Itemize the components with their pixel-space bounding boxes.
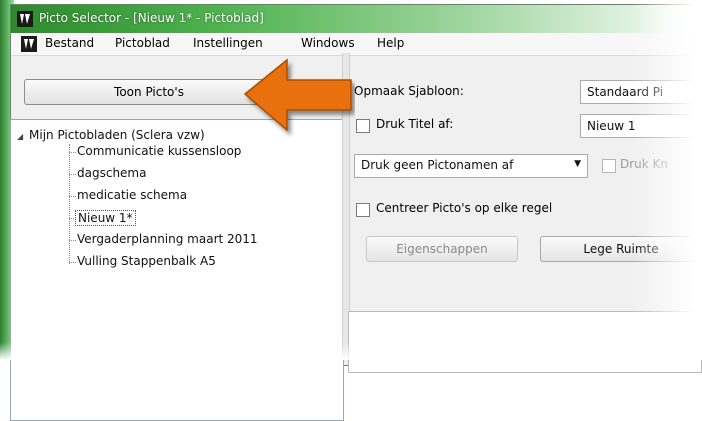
tree-item-selected[interactable]: Nieuw 1* [75,210,136,226]
tree-connector [69,144,70,264]
fade-overlay [632,0,702,360]
title-bar[interactable]: Picto Selector - [Nieuw 1* - Pictoblad] [11,5,702,33]
tree-connector [69,240,76,241]
tree-item[interactable]: Vulling Stappenbalk A5 [77,254,216,268]
druk-kn-checkbox[interactable] [602,159,616,173]
fade-overlay [0,342,702,360]
app-logo-icon [21,36,37,52]
chevron-down-icon: ▼ [574,159,581,169]
menu-pictoblad[interactable]: Pictoblad [115,36,170,50]
menu-bestand[interactable]: Bestand [45,36,94,50]
eigenschappen-button[interactable]: Eigenschappen [366,236,518,262]
tree-connector [69,262,76,263]
orange-arrow-icon [243,58,352,132]
tree-connector [69,174,76,175]
tree-item[interactable]: Vergaderplanning maart 2011 [77,232,258,246]
menu-help[interactable]: Help [377,36,404,50]
pictoblad-tree[interactable]: ◢ Mijn Pictobladen (Sclera vzw) Communic… [10,119,344,421]
tree-item[interactable]: dagschema [77,166,146,180]
tree-expand-icon[interactable]: ◢ [17,132,23,141]
tree-item[interactable]: Communicatie kussensloop [77,144,241,158]
tree-item[interactable]: medicatie schema [77,188,187,202]
centreer-checkbox[interactable] [356,203,370,217]
tree-connector [69,196,76,197]
centreer-label: Centreer Picto's op elke regel [376,201,553,215]
toon-pictos-button[interactable]: Toon Picto's [24,79,274,105]
tree-connector [69,152,76,153]
menu-instellingen[interactable]: Instellingen [193,36,263,50]
pictonamen-select-value: Druk geen Pictonamen af [361,158,514,172]
tree-root[interactable]: Mijn Pictobladen (Sclera vzw) [29,128,205,142]
menu-windows[interactable]: Windows [301,36,355,50]
pictonamen-select[interactable]: Druk geen Pictonamen af ▼ [354,154,588,178]
druk-titel-label: Druk Titel af: [376,117,454,131]
window-title: Picto Selector - [Nieuw 1* - Pictoblad] [39,11,264,25]
opmaak-sjabloon-label: Opmaak Sjabloon: [354,84,464,98]
druk-titel-checkbox[interactable] [356,119,370,133]
app-logo-icon [17,11,33,27]
